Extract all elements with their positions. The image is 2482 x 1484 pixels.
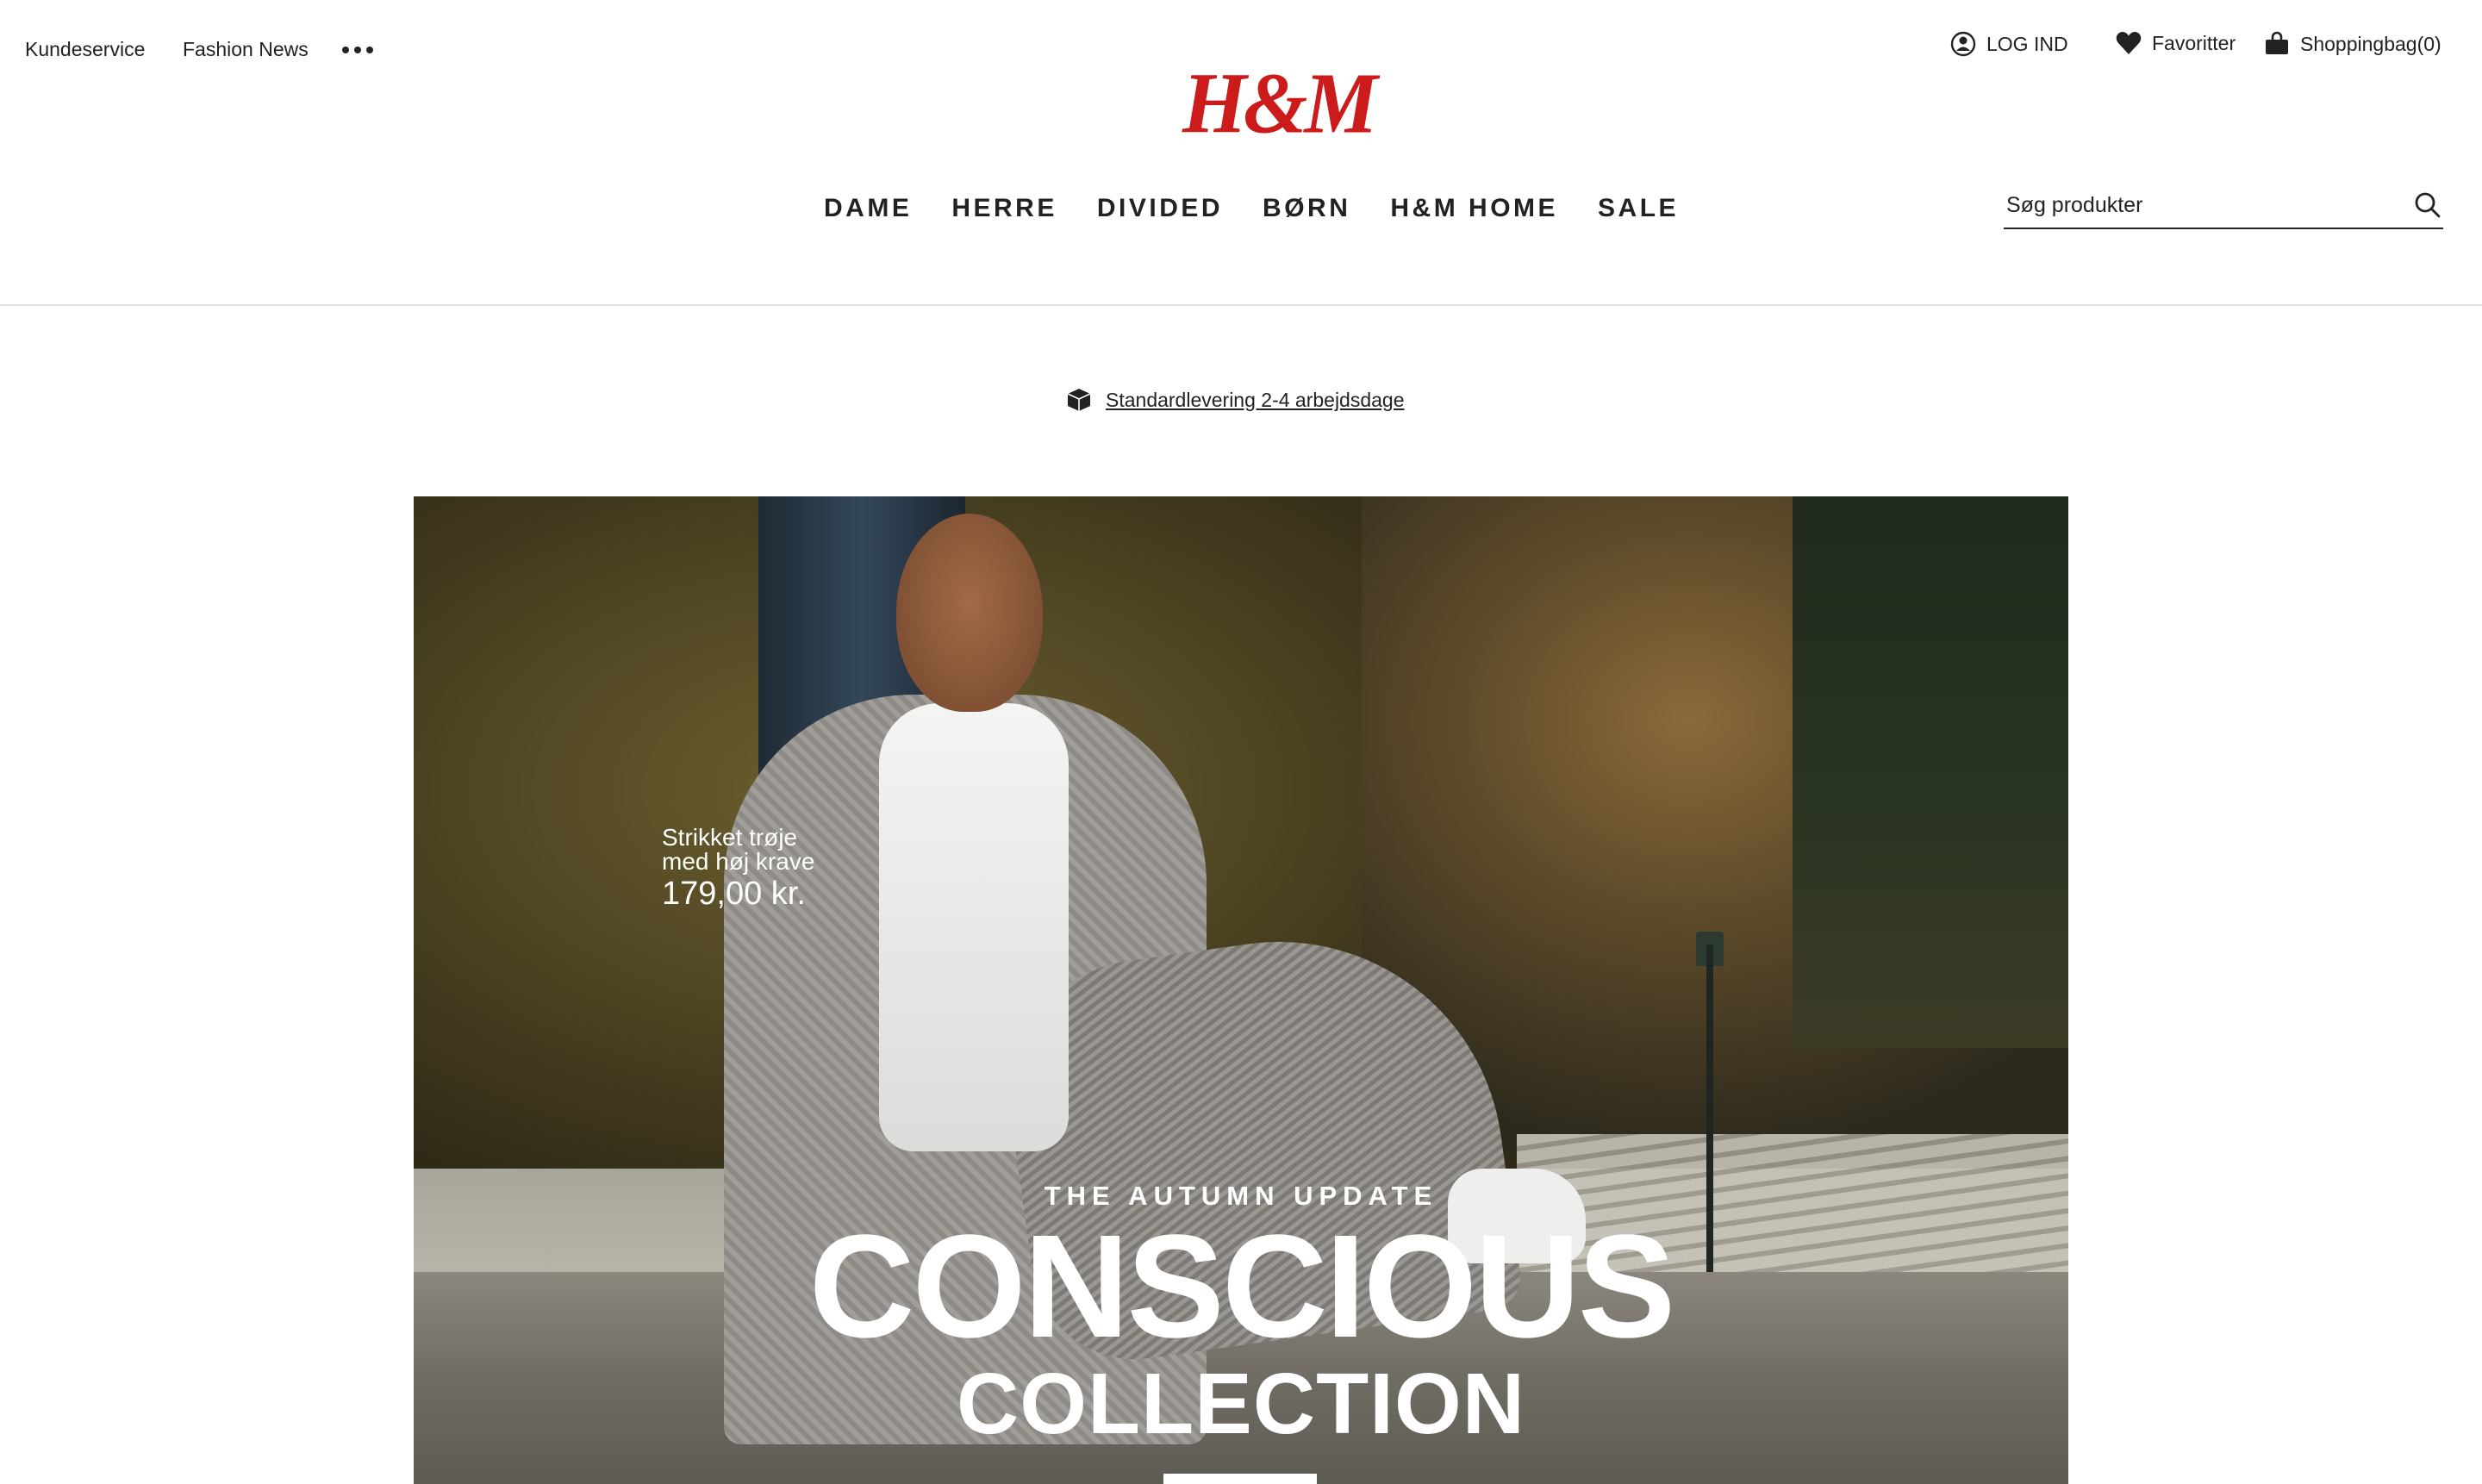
product-price: 179,00 kr. — [662, 876, 806, 912]
box-icon — [1067, 389, 1091, 411]
fashion-news-link[interactable]: Fashion News — [183, 38, 309, 61]
login-label: LOG IND — [1986, 32, 2068, 55]
user-icon — [1950, 31, 1976, 57]
favorites-label: Favoritter — [2152, 31, 2236, 54]
nav-item-divided[interactable]: DIVIDED — [1097, 194, 1223, 223]
nav-item-born[interactable]: BØRN — [1263, 194, 1350, 223]
more-menu-icon[interactable] — [342, 47, 373, 53]
nav-item-dame[interactable]: DAME — [824, 194, 912, 223]
nav-item-hm-home[interactable]: H&M HOME — [1390, 194, 1558, 223]
product-name-line1: Strikket trøje — [662, 824, 798, 851]
hero-subtitle: COLLECTION — [957, 1356, 1525, 1452]
login-link[interactable]: LOG IND — [1950, 31, 2068, 57]
favorites-link[interactable]: Favoritter — [2116, 31, 2236, 55]
model-sweater — [879, 703, 1069, 1151]
delivery-link[interactable]: Standardlevering 2-4 arbejdsdage — [1106, 389, 1405, 412]
hm-logo[interactable]: H&M — [1182, 59, 1378, 147]
nav-item-herre[interactable]: HERRE — [951, 194, 1057, 223]
delivery-banner: Standardlevering 2-4 arbejdsdage — [1066, 388, 1405, 412]
search-input[interactable] — [2004, 192, 2368, 218]
customer-service-link[interactable]: Kundeservice — [25, 38, 145, 61]
search-box — [2004, 183, 2443, 229]
product-name-line2: med høj krave — [662, 848, 815, 875]
header-divider — [0, 304, 2482, 306]
hero-banner[interactable]: Strikket trøje med høj krave 179,00 kr. … — [414, 496, 2068, 1484]
shopping-bag-link[interactable]: Shoppingbag(0) — [2264, 31, 2441, 57]
shopping-bag-label: Shoppingbag(0) — [2300, 32, 2441, 55]
heart-icon — [2116, 32, 2142, 54]
hero-title: CONSCIOUS — [808, 1205, 1676, 1369]
model-head — [896, 514, 1043, 712]
product-price-tag[interactable]: Strikket trøje med høj krave 179,00 kr. — [662, 824, 815, 912]
hero-cta-button[interactable] — [1163, 1474, 1317, 1484]
main-navigation: DAME HERRE DIVIDED BØRN H&M HOME SALE — [824, 194, 1679, 223]
search-icon[interactable] — [2414, 191, 2441, 219]
shopping-bag-icon — [2266, 31, 2288, 54]
nav-item-sale[interactable]: SALE — [1598, 194, 1679, 223]
